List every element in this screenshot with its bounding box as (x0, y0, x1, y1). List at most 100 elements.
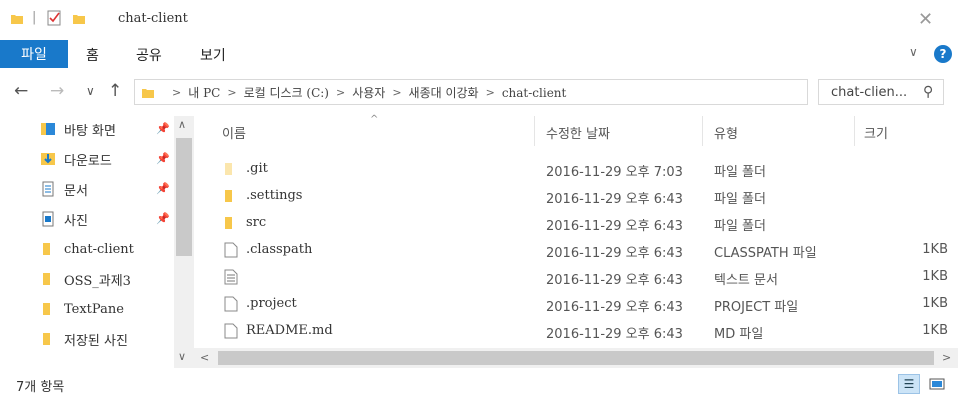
pin-icon[interactable]: 📌 (156, 182, 170, 195)
breadcrumb-item[interactable]: 내 PC (188, 84, 220, 101)
sidebar-item-label: TextPane (64, 301, 124, 317)
column-divider[interactable] (854, 116, 855, 146)
column-modified[interactable]: 수정한 날짜 (546, 123, 610, 142)
sidebar-item-pictures[interactable]: 사진 (40, 208, 88, 230)
scroll-left-icon[interactable]: < (200, 351, 209, 364)
table-row[interactable]: src 2016-11-29 오후 6:43 파일 폴더 (214, 210, 954, 236)
scrollbar-thumb[interactable] (218, 351, 934, 365)
sidebar-item-label: 바탕 화면 (64, 123, 116, 139)
details-view-icon: ☰ (903, 377, 915, 391)
large-icons-view-button[interactable] (926, 374, 948, 394)
breadcrumb-separator[interactable]: > (336, 86, 345, 99)
file-modified: 2016-11-29 오후 6:43 (546, 219, 683, 234)
column-divider[interactable] (702, 116, 703, 146)
file-type: MD 파일 (714, 327, 764, 342)
sidebar-item-downloads[interactable]: 다운로드 (40, 148, 112, 170)
file-type: CLASSPATH 파일 (714, 246, 817, 261)
file-name: .project (246, 296, 297, 311)
file-size: 1KB (922, 296, 948, 311)
file-type: 파일 폴더 (714, 219, 766, 234)
document-icon (42, 181, 54, 197)
help-icon[interactable]: ? (934, 45, 952, 63)
scroll-right-icon[interactable]: > (942, 351, 951, 364)
details-view-button[interactable]: ☰ (898, 374, 920, 394)
address-bar[interactable]: > 내 PC > 로컬 디스크 (C:) > 사용자 > 새종대 이강화 > c… (134, 79, 939, 105)
file-size: 1KB (922, 323, 948, 338)
file-list: ^ 이름 수정한 날짜 유형 크기 .git 2016-11-29 오후 7:0… (194, 114, 958, 368)
ribbon-expand-icon[interactable]: ∨ (909, 45, 918, 59)
sidebar-item-chat-client[interactable]: chat-client (40, 238, 134, 260)
breadcrumb-separator[interactable]: > (392, 86, 401, 99)
breadcrumb-separator[interactable]: > (227, 86, 236, 99)
pin-icon[interactable]: 📌 (156, 122, 170, 135)
column-header: ^ 이름 수정한 날짜 유형 크기 (194, 114, 958, 146)
up-button[interactable]: ↑ (108, 81, 122, 101)
folder-icon (225, 190, 232, 202)
breadcrumb-item[interactable]: 사용자 (352, 84, 385, 101)
navigation-pane: 바탕 화면 📌 다운로드 📌 문서 📌 사진 📌 chat-client OSS… (0, 116, 194, 368)
pin-icon[interactable]: 📌 (156, 212, 170, 225)
folder-icon (142, 89, 154, 98)
sidebar-item-desktop[interactable]: 바탕 화면 (40, 118, 116, 140)
sidebar-item-textpane[interactable]: TextPane (40, 298, 124, 320)
file-icon (224, 242, 238, 258)
folder-icon (225, 163, 232, 175)
breadcrumb: > 내 PC > 로컬 디스크 (C:) > 사용자 > 새종대 이강화 > c… (165, 84, 566, 101)
sidebar-item-saved-pictures[interactable]: 저장된 사진 (40, 328, 128, 350)
scroll-up-icon[interactable]: ∧ (178, 118, 186, 131)
file-modified: 2016-11-29 오후 7:03 (546, 165, 683, 180)
breadcrumb-item[interactable]: 로컬 디스크 (C:) (244, 84, 329, 101)
back-button[interactable]: ← (14, 81, 28, 101)
table-row[interactable]: README.md 2016-11-29 오후 6:43 MD 파일 1KB (214, 318, 954, 344)
column-type[interactable]: 유형 (714, 123, 738, 142)
file-icon (224, 323, 238, 339)
file-name: src (246, 215, 267, 230)
search-input[interactable]: chat-clien... (831, 85, 907, 100)
sidebar-item-oss[interactable]: OSS_과제3 (40, 268, 131, 290)
scrollbar-thumb[interactable] (176, 138, 192, 256)
folder-icon (43, 333, 50, 345)
file-icon (224, 296, 238, 312)
breadcrumb-separator[interactable]: > (172, 86, 181, 99)
recent-locations-button[interactable]: ∨ (86, 84, 95, 98)
breadcrumb-item[interactable]: 새종대 이강화 (409, 84, 479, 101)
column-divider[interactable] (534, 116, 535, 146)
file-name: README.md (246, 323, 333, 338)
sidebar-item-label: OSS_과제3 (64, 273, 131, 289)
sidebar-item-documents[interactable]: 문서 (40, 178, 88, 200)
breadcrumb-separator[interactable]: > (486, 86, 495, 99)
search-box[interactable]: chat-clien... ⚲ (818, 79, 944, 105)
status-bar: 7개 항목 ☰ (0, 368, 958, 400)
picture-icon (42, 211, 54, 227)
tab-view[interactable]: 보기 (200, 45, 226, 65)
title-bar: | chat-client ✕ (0, 0, 958, 40)
column-size[interactable]: 크기 (864, 123, 888, 142)
sidebar-scrollbar[interactable]: ∧ ∨ (174, 116, 194, 368)
pin-icon[interactable]: 📌 (156, 152, 170, 165)
table-row[interactable]: .git 2016-11-29 오후 7:03 파일 폴더 (214, 156, 954, 182)
file-modified: 2016-11-29 오후 6:43 (546, 246, 683, 261)
tab-share[interactable]: 공유 (136, 45, 162, 65)
new-folder-icon[interactable] (72, 12, 86, 26)
forward-button[interactable]: → (50, 81, 64, 101)
file-modified: 2016-11-29 오후 6:43 (546, 327, 683, 342)
breadcrumb-item[interactable]: chat-client (502, 86, 567, 100)
file-modified: 2016-11-29 오후 6:43 (546, 300, 683, 315)
column-name[interactable]: 이름 (222, 123, 246, 142)
folder-icon (11, 15, 23, 24)
search-icon[interactable]: ⚲ (923, 84, 933, 100)
folder-icon (225, 217, 232, 229)
file-type: 파일 폴더 (714, 165, 766, 180)
folder-icon (43, 303, 50, 315)
tab-home[interactable]: 홈 (86, 45, 99, 65)
table-row[interactable]: .settings 2016-11-29 오후 6:43 파일 폴더 (214, 183, 954, 209)
horizontal-scrollbar[interactable]: < > (194, 348, 958, 368)
close-icon[interactable]: ✕ (918, 9, 933, 30)
scroll-down-icon[interactable]: ∨ (178, 350, 186, 363)
table-row[interactable]: .classpath 2016-11-29 오후 6:43 CLASSPATH … (214, 237, 954, 263)
file-type: 텍스트 문서 (714, 273, 778, 288)
properties-icon[interactable] (46, 10, 62, 26)
table-row[interactable]: 2016-11-29 오후 6:43 텍스트 문서 1KB (214, 264, 954, 290)
table-row[interactable]: .project 2016-11-29 오후 6:43 PROJECT 파일 1… (214, 291, 954, 317)
tab-file[interactable]: 파일 (0, 40, 68, 68)
